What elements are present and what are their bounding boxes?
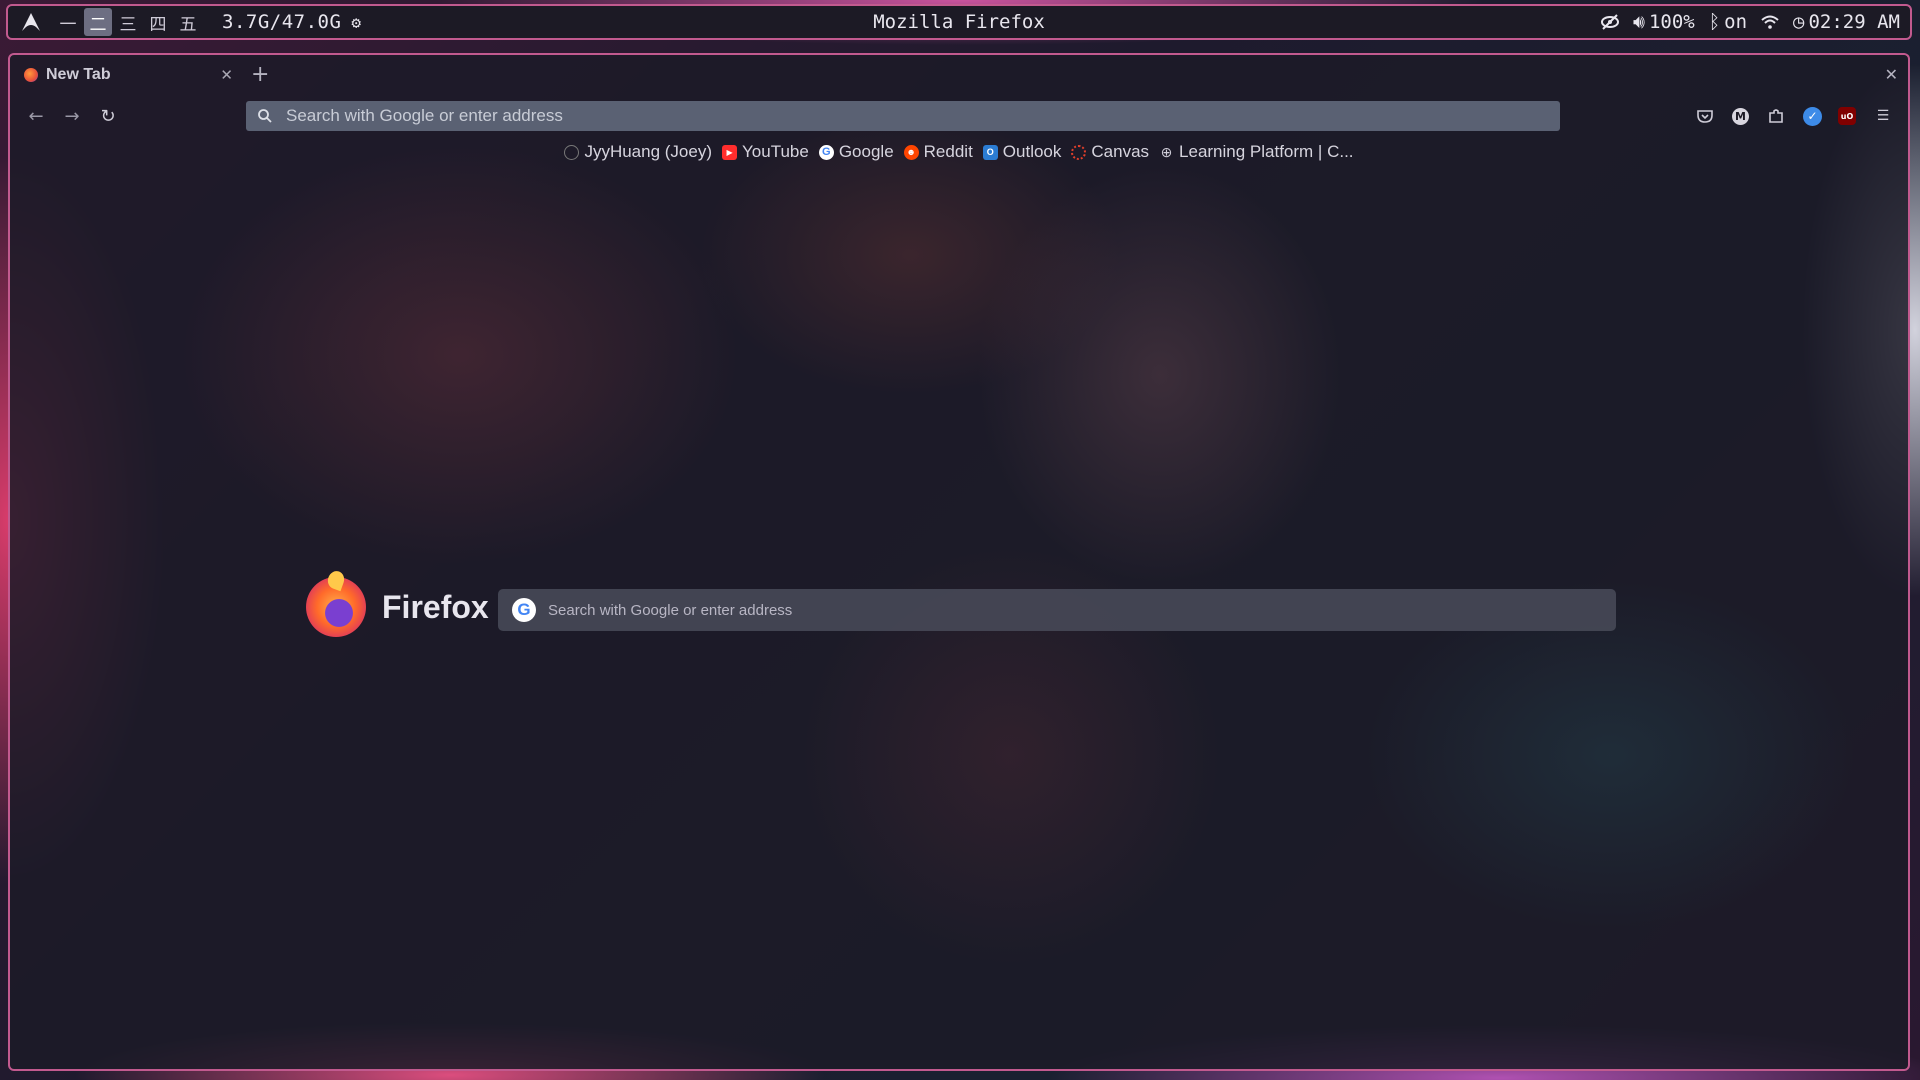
arch-logo-icon[interactable] [18,9,44,35]
system-top-bar: 一 二 三 四 五 3.7G/47.0G ⚙ Mozilla Firefox 🔊… [6,4,1912,40]
bluetooth-icon: ᛒ [1708,11,1721,33]
gear-icon[interactable]: ⚙ [351,13,361,32]
bookmark-label: Reddit [923,142,973,161]
extensions-puzzle-icon[interactable] [1765,105,1787,127]
firefox-favicon-icon [24,68,38,82]
bookmark-label: YouTube [742,142,809,161]
memory-usage: 3.7G/47.0G [222,11,342,33]
eye-slash-icon[interactable] [1600,14,1619,30]
search-icon [258,109,272,123]
close-tab-icon[interactable]: ✕ [220,66,233,84]
bluetooth-status: on [1724,11,1748,33]
workspace-5[interactable]: 五 [174,8,202,36]
canvas-icon [1071,144,1087,160]
nav-bar: ← → ↻ Search with Google or enter addres… [10,95,1908,137]
bluetooth-indicator[interactable]: ᛒ on [1709,11,1747,33]
browser-window: New Tab ✕ + ✕ ← → ↻ Search with Google o… [8,53,1910,1071]
outlook-icon: O [982,144,998,160]
bookmarks-toolbar: JyyHuang (Joey) ▶ YouTube G Google ☻ Red… [10,137,1908,167]
back-arrow-icon[interactable]: ← [18,106,54,127]
close-window-icon[interactable]: ✕ [1885,65,1898,84]
wallpaper-background [10,55,1908,1069]
github-icon [564,144,580,160]
workspace-3[interactable]: 三 [114,8,142,36]
workspace-4[interactable]: 四 [144,8,172,36]
bookmark-canvas[interactable]: Canvas [1071,142,1149,162]
firefox-logo-icon [306,577,366,637]
volume-indicator[interactable]: 🔊︎ 100% [1633,11,1695,33]
bookmark-learning-platform[interactable]: ⊕ Learning Platform | C... [1159,142,1354,162]
wifi-icon[interactable] [1761,15,1779,29]
clock-indicator[interactable]: ◷ 02:29 AM [1793,11,1900,33]
clock-icon: ◷ [1793,11,1805,33]
extension-blue-icon[interactable]: ✓ [1803,106,1822,126]
youtube-icon: ▶ [722,144,738,160]
globe-icon: ⊕ [1160,143,1173,160]
hamburger-menu-icon[interactable]: ☰ [1872,105,1894,127]
tab-new-tab[interactable]: New Tab ✕ [16,57,241,93]
tab-bar: New Tab ✕ + ✕ [10,55,1908,95]
url-placeholder: Search with Google or enter address [286,106,563,125]
workspace-1[interactable]: 一 [54,8,82,36]
bookmark-label: Canvas [1091,142,1150,161]
forward-arrow-icon[interactable]: → [54,106,90,127]
bookmark-youtube[interactable]: ▶ YouTube [722,142,809,162]
firefox-wordmark: Firefox [382,588,489,625]
bookmark-label: Learning Platform | C... [1179,142,1354,161]
account-m-icon[interactable]: M [1732,107,1749,125]
bookmark-reddit[interactable]: ☻ Reddit [903,142,973,162]
tab-title: New Tab [46,66,111,83]
volume-value: 100% [1648,11,1695,33]
bookmark-outlook[interactable]: O Outlook [982,142,1062,162]
bookmark-label: Google [838,142,894,161]
ublock-origin-icon[interactable]: uO [1838,107,1856,125]
google-icon: G [818,144,834,160]
workspace-2[interactable]: 二 [84,8,112,36]
newtab-search-placeholder: Search with Google or enter address [548,601,793,619]
bookmark-label: JyyHuang (Joey) [584,142,713,161]
bookmark-google[interactable]: G Google [818,142,894,162]
newtab-brand: Firefox [306,577,489,637]
clock-time: 02:29 AM [1808,11,1900,33]
reload-icon[interactable]: ↻ [90,106,126,127]
bookmark-jyyhuang[interactable]: JyyHuang (Joey) [564,142,712,162]
reddit-icon: ☻ [903,144,919,160]
speaker-icon: 🔊︎ [1632,11,1645,33]
google-logo-icon: G [512,598,536,622]
url-bar[interactable]: Search with Google or enter address [246,101,1560,131]
new-tab-plus-icon[interactable]: + [251,64,269,86]
newtab-search-input[interactable]: G Search with Google or enter address [498,589,1616,631]
bookmark-label: Outlook [1002,142,1062,161]
pocket-icon[interactable] [1694,105,1716,127]
